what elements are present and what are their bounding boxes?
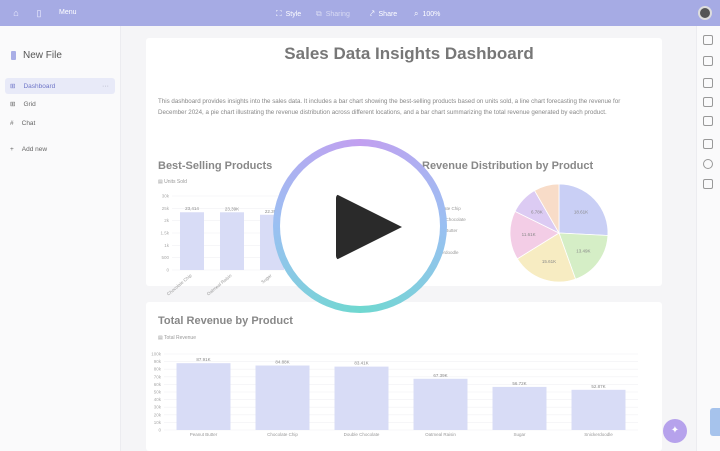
data-label: 83.41K (354, 361, 368, 366)
grid-view-icon[interactable] (703, 179, 713, 189)
x-tick-label: Chocolate Chip (166, 273, 193, 296)
y-tick-label: 0 (158, 428, 161, 433)
add-new-button[interactable]: + Add new (5, 141, 115, 157)
sidebar: New File ⊞ Dashboard ··· ⊞ Grid # Chat +… (0, 26, 121, 451)
y-tick-label: 90k (154, 359, 162, 364)
chart-title-total-revenue: Total Revenue by Product (158, 315, 293, 327)
total-revenue-chart: 100k 90k 80k 70k 60k 50k 40k 30k 20k 10k 0 87.91K Pe… (151, 352, 638, 437)
chart-legend-total-revenue: ▤ Total Revenue (158, 335, 196, 341)
x-tick-label: Oatmeal Raisin (425, 432, 456, 437)
y-tick-label: 100k (151, 352, 162, 357)
calendar-icon[interactable] (703, 97, 713, 107)
data-label: 84.88K (275, 359, 289, 364)
plus-icon: + (10, 145, 14, 153)
bar (571, 389, 626, 430)
y-tick-label: 30k (162, 194, 170, 199)
x-tick-label: Chocolate Chip (267, 432, 298, 437)
y-tick-label: 30k (154, 405, 162, 410)
more-icon[interactable]: ··· (102, 83, 109, 90)
style-icon: ⛶ (276, 9, 282, 18)
share-icon: ⤤ (370, 9, 375, 18)
right-toolbar (696, 26, 720, 451)
text-icon[interactable] (703, 56, 713, 66)
zoom-icon: ⌕ (414, 9, 419, 18)
sharing-icon: ⧉ (316, 9, 322, 18)
new-file-title[interactable]: New File (11, 50, 62, 61)
grid-icon: ⊞ (10, 101, 16, 108)
data-label: 87.91K (196, 357, 210, 362)
y-tick-label: 80k (154, 367, 162, 372)
home-icon[interactable]: ⌂ (10, 7, 22, 19)
table-icon[interactable] (703, 78, 713, 88)
data-label: 67.39K (433, 373, 447, 378)
bar (180, 212, 204, 270)
y-tick-label: 2k (164, 218, 170, 223)
image-icon[interactable] (703, 116, 713, 126)
sidebar-item-dashboard[interactable]: ⊞ Dashboard ··· (5, 78, 115, 94)
pie-label: 13.49K (576, 249, 590, 254)
y-tick-label: 50k (154, 390, 162, 395)
data-label: 52.87K (591, 384, 605, 389)
x-tick-label: Double Chocolate (344, 432, 380, 437)
copy-icon[interactable] (703, 139, 713, 149)
pin-icon[interactable] (703, 159, 713, 169)
y-tick-label: 1k (164, 243, 170, 248)
sidebar-item-chat[interactable]: # Chat (5, 115, 115, 131)
data-label: 23,39K (225, 206, 239, 211)
top-bar: ⌂ ▯ Menu ⛶ Style ⧉ Sharing ⤤ Share ⌕ 100% (0, 0, 720, 26)
bar (413, 378, 468, 430)
hash-icon: # (10, 119, 14, 127)
layout-icon[interactable] (703, 35, 713, 45)
mobile-icon[interactable]: ▯ (33, 7, 45, 19)
pie-label: 18.61K (574, 210, 588, 215)
data-label: 56.72K (512, 381, 526, 386)
y-tick-label: 0 (166, 268, 169, 273)
x-tick-label: Peanut Butter (190, 432, 218, 437)
menu-button[interactable]: Menu (59, 9, 77, 16)
bar (176, 363, 231, 430)
y-tick-label: 70k (154, 374, 162, 379)
bar (492, 386, 547, 430)
sidebar-item-grid[interactable]: ⊞ Grid (5, 96, 115, 112)
y-tick-label: 1.5k (160, 231, 169, 236)
y-tick-label: 40k (154, 397, 162, 402)
y-tick-label: 500 (161, 255, 169, 260)
play-icon[interactable] (336, 194, 402, 260)
dashboard-description: This dashboard provides insights into th… (158, 98, 621, 116)
data-label: 23,414 (185, 206, 199, 211)
style-button[interactable]: ⛶ Style (276, 9, 301, 19)
sharing-button[interactable]: ⧉ Sharing (316, 9, 350, 19)
y-tick-label: 10k (154, 420, 162, 425)
pie-label: 15.61K (542, 259, 556, 264)
pie-label: 6.78K (531, 210, 543, 215)
avatar[interactable] (698, 6, 712, 20)
x-tick-label: Oatmeal Raisin (206, 273, 233, 296)
page-title: Sales Data Insights Dashboard (284, 44, 534, 63)
chart-title-revenue-distribution: Revenue Distribution by Product (422, 160, 594, 172)
y-tick-label: 60k (154, 382, 162, 387)
assistant-button[interactable]: ✦ (663, 419, 687, 443)
bar (334, 366, 389, 430)
file-icon (11, 51, 16, 60)
side-panel-tab[interactable] (710, 408, 720, 436)
x-tick-label: Sugar (513, 432, 526, 437)
bar (220, 212, 244, 270)
dashboard-icon: ⊞ (10, 83, 16, 90)
pie-label: 11.61K (522, 232, 536, 237)
y-tick-label: 20k (154, 412, 162, 417)
x-tick-label: Snickerdoodle (584, 432, 613, 437)
bar (255, 365, 310, 430)
x-tick-label: Sugar (260, 273, 273, 285)
chart-legend-units: ▤ Units Sold (158, 179, 187, 185)
y-tick-label: 25k (162, 206, 170, 211)
zoom-control[interactable]: ⌕ 100% (414, 9, 440, 19)
chart-title-best-selling: Best-Selling Products (158, 160, 273, 172)
share-button[interactable]: ⤤ Share (370, 9, 397, 19)
